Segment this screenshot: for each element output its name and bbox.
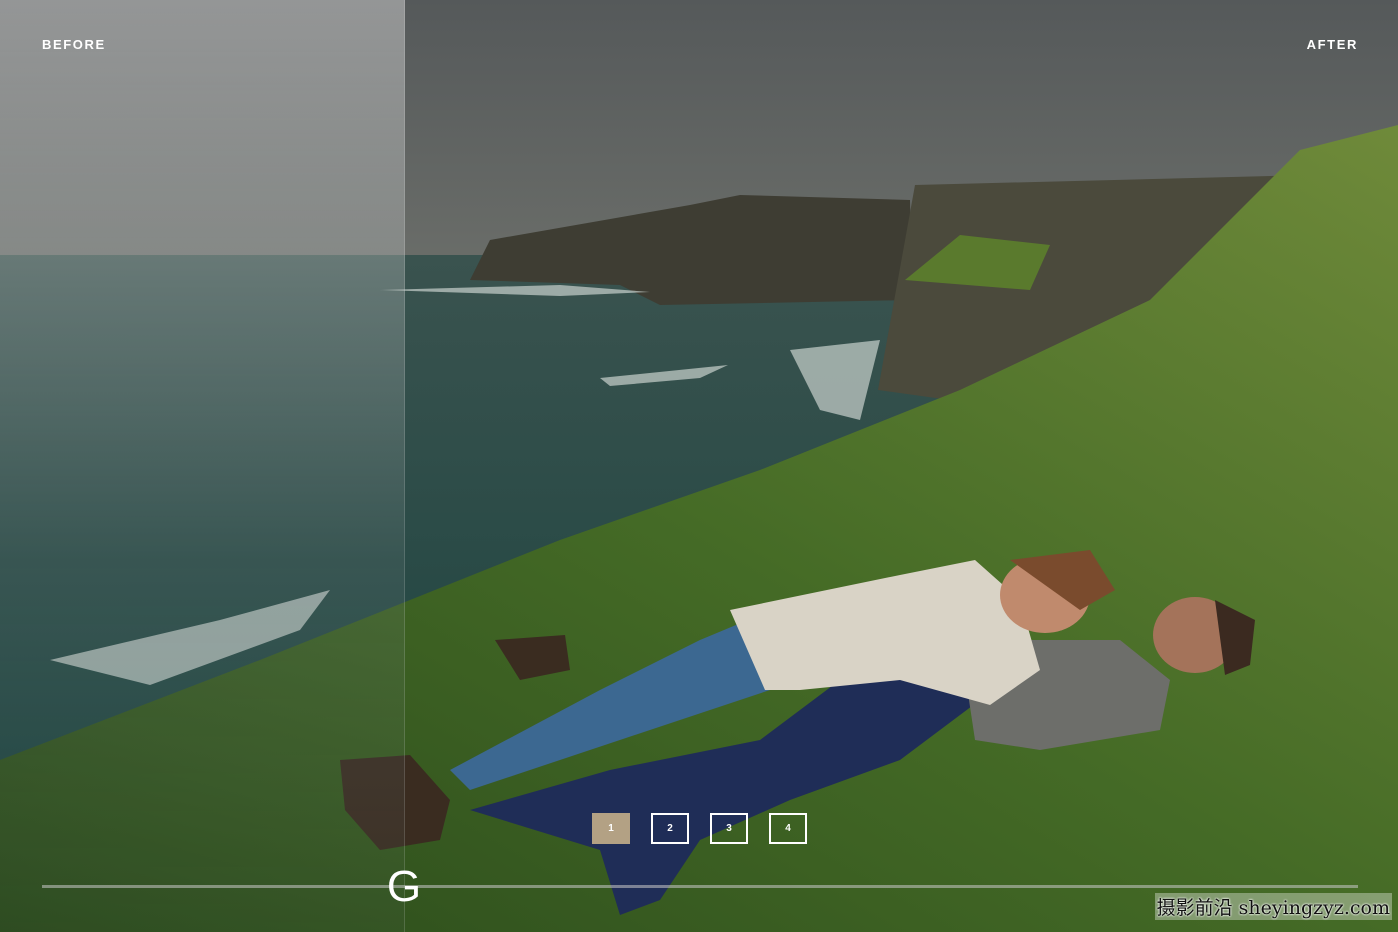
before-label: BEFORE bbox=[42, 37, 106, 52]
page-2-button[interactable]: 2 bbox=[651, 813, 689, 844]
pagination: 1 2 3 4 bbox=[592, 813, 807, 844]
comparison-photo bbox=[0, 0, 1398, 932]
slider-track[interactable] bbox=[42, 885, 1358, 888]
slider-handle[interactable]: G bbox=[383, 865, 425, 909]
before-overlay bbox=[0, 0, 405, 932]
after-label: AFTER bbox=[1306, 37, 1358, 52]
page-3-button[interactable]: 3 bbox=[710, 813, 748, 844]
watermark: 摄影前沿 sheyingzyz.com bbox=[1154, 893, 1392, 920]
page-1-button[interactable]: 1 bbox=[592, 813, 630, 844]
page-4-button[interactable]: 4 bbox=[769, 813, 807, 844]
